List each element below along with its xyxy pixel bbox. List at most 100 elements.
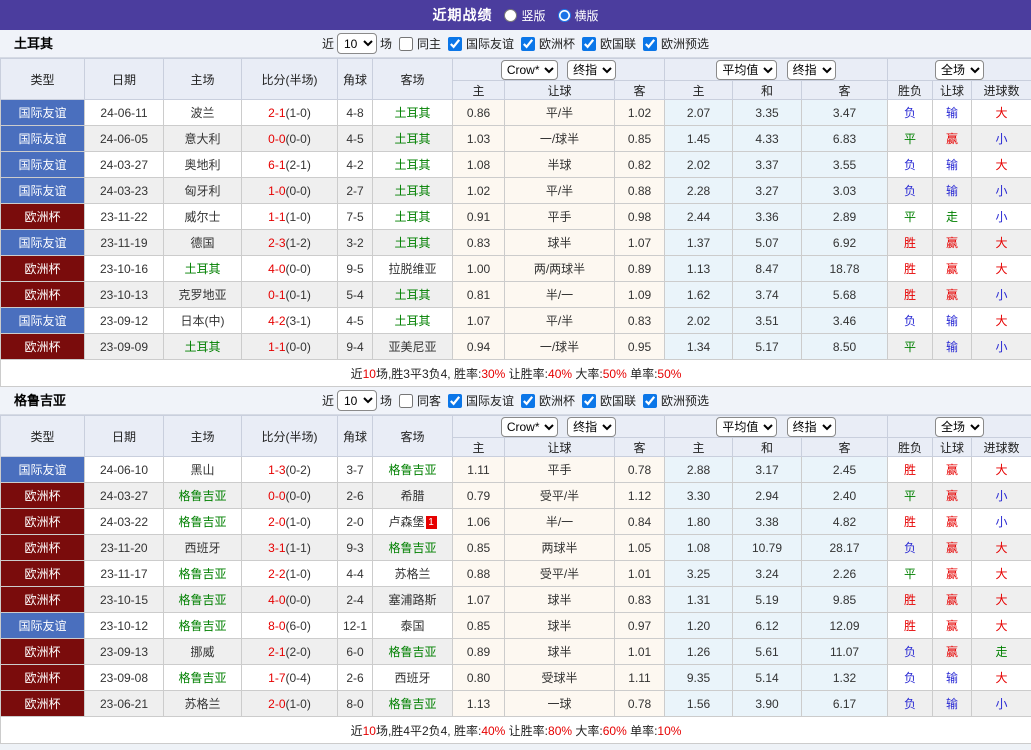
avg-draw-cell: 3.17: [733, 457, 802, 483]
score-cell: 4-0(0-0): [242, 256, 338, 282]
odds-handicap-cell: 球半: [505, 230, 615, 256]
same-venue-checkbox[interactable]: [399, 394, 413, 408]
avg-draw-cell: 2.94: [733, 483, 802, 509]
competition-checkbox-euro-qualifiers[interactable]: [643, 394, 657, 408]
avg-draw-cell: 3.27: [733, 178, 802, 204]
avg-stage-select[interactable]: 终指: [787, 60, 836, 80]
fulltime-score: 0-0: [268, 132, 285, 146]
page-title: 近期战绩: [432, 5, 492, 25]
subheader-odds-away: 客: [615, 81, 665, 100]
home-team-cell: 格鲁吉亚: [164, 665, 242, 691]
halftime-score: (1-0): [286, 697, 311, 711]
odds-provider-select[interactable]: Crow*: [501, 60, 558, 80]
competition-checkbox-friendly[interactable]: [448, 37, 462, 51]
score-cell: 1-3(0-2): [242, 457, 338, 483]
winlose-result-cell: 胜: [888, 613, 933, 639]
team-section-turkey: 土耳其 近 10 场 同主 国际友谊 欧洲杯 欧国联 欧洲预选: [0, 30, 1031, 387]
summary-segment: 让胜率:: [505, 724, 548, 738]
away-team-cell: 土耳其: [373, 282, 453, 308]
away-team-cell: 土耳其: [373, 152, 453, 178]
corner-cell: 5-4: [338, 282, 373, 308]
score-cell: 2-1(1-0): [242, 100, 338, 126]
competition-label-euro: 欧洲杯: [539, 392, 575, 409]
match-count-select[interactable]: 10: [337, 33, 377, 54]
winlose-result-cell: 负: [888, 639, 933, 665]
halftime-score: (1-0): [286, 567, 311, 581]
avg-type-select[interactable]: 平均值: [716, 417, 777, 437]
corner-cell: 3-7: [338, 457, 373, 483]
competition-checkbox-euro-qualifiers[interactable]: [643, 37, 657, 51]
subheader-odds-handicap: 让球: [505, 438, 615, 457]
date-cell: 23-10-15: [85, 587, 164, 613]
competition-checkbox-euro[interactable]: [521, 394, 535, 408]
same-venue-checkbox[interactable]: [399, 37, 413, 51]
odds-away-cell: 0.88: [615, 178, 665, 204]
date-cell: 23-10-13: [85, 282, 164, 308]
corner-cell: 4-8: [338, 100, 373, 126]
home-team-cell: 格鲁吉亚: [164, 587, 242, 613]
team-name: 土耳其: [14, 30, 53, 58]
competition-label-euro: 欧洲杯: [539, 35, 575, 52]
goals-result-cell: 大: [972, 152, 1031, 178]
league-type-cell: 国际友谊: [1, 100, 85, 126]
handicap-result-cell: 输: [933, 308, 972, 334]
goals-result-cell: 走: [972, 639, 1031, 665]
odds-home-cell: 0.83: [453, 230, 505, 256]
score-cell: 0-0(0-0): [242, 483, 338, 509]
odds-away-cell: 0.78: [615, 691, 665, 717]
odds-away-cell: 1.09: [615, 282, 665, 308]
competition-label-nations-league: 欧国联: [600, 392, 636, 409]
competition-checkbox-nations-league[interactable]: [582, 37, 596, 51]
avg-away-cell: 2.89: [802, 204, 888, 230]
home-team-cell: 格鲁吉亚: [164, 509, 242, 535]
odds-provider-select[interactable]: Crow*: [501, 417, 558, 437]
halftime-score: (0-1): [286, 288, 311, 302]
league-type-cell: 欧洲杯: [1, 535, 85, 561]
avg-draw-cell: 5.19: [733, 587, 802, 613]
score-cell: 1-0(0-0): [242, 178, 338, 204]
avg-stage-select[interactable]: 终指: [787, 417, 836, 437]
odds-stage-select[interactable]: 终指: [567, 417, 616, 437]
avg-home-cell: 1.56: [665, 691, 733, 717]
layout-option-vertical[interactable]: 竖版: [504, 7, 545, 24]
avg-draw-cell: 3.24: [733, 561, 802, 587]
layout-option-horizontal[interactable]: 横版: [558, 7, 599, 24]
fulltime-score: 3-1: [268, 541, 285, 555]
score-cell: 1-7(0-4): [242, 665, 338, 691]
date-cell: 23-11-22: [85, 204, 164, 230]
handicap-result-cell: 赢: [933, 613, 972, 639]
score-cell: 3-1(1-1): [242, 535, 338, 561]
odds-stage-select[interactable]: 终指: [567, 60, 616, 80]
avg-home-cell: 1.08: [665, 535, 733, 561]
scope-select[interactable]: 全场: [935, 60, 984, 80]
handicap-result-cell: 赢: [933, 457, 972, 483]
match-count-select[interactable]: 10: [337, 390, 377, 411]
avg-type-select[interactable]: 平均值: [716, 60, 777, 80]
fulltime-score: 1-1: [268, 340, 285, 354]
odds-handicap-cell: 半球: [505, 152, 615, 178]
scope-select[interactable]: 全场: [935, 417, 984, 437]
horizontal-layout-radio[interactable]: [558, 9, 571, 22]
odds-handicap-cell: 半/一: [505, 509, 615, 535]
avg-away-cell: 11.07: [802, 639, 888, 665]
vertical-layout-radio[interactable]: [504, 9, 517, 22]
goals-result-cell: 小: [972, 509, 1031, 535]
halftime-score: (0-4): [286, 671, 311, 685]
fulltime-score: 0-0: [268, 489, 285, 503]
competition-checkbox-friendly[interactable]: [448, 394, 462, 408]
handicap-result-cell: 走: [933, 204, 972, 230]
corner-cell: 2-6: [338, 483, 373, 509]
competition-checkbox-nations-league[interactable]: [582, 394, 596, 408]
competition-checkbox-euro[interactable]: [521, 37, 535, 51]
summary-segment: 单率:: [627, 367, 658, 381]
league-type-cell: 国际友谊: [1, 178, 85, 204]
odds-home-cell: 0.81: [453, 282, 505, 308]
fulltime-score: 0-1: [268, 288, 285, 302]
avg-home-cell: 1.62: [665, 282, 733, 308]
away-team-cell: 格鲁吉亚: [373, 691, 453, 717]
away-team-cell: 土耳其: [373, 308, 453, 334]
subheader-handicap-result: 让球: [933, 438, 972, 457]
team-name: 格鲁吉亚: [14, 387, 66, 415]
odds-away-cell: 1.01: [615, 639, 665, 665]
odds-home-cell: 0.80: [453, 665, 505, 691]
